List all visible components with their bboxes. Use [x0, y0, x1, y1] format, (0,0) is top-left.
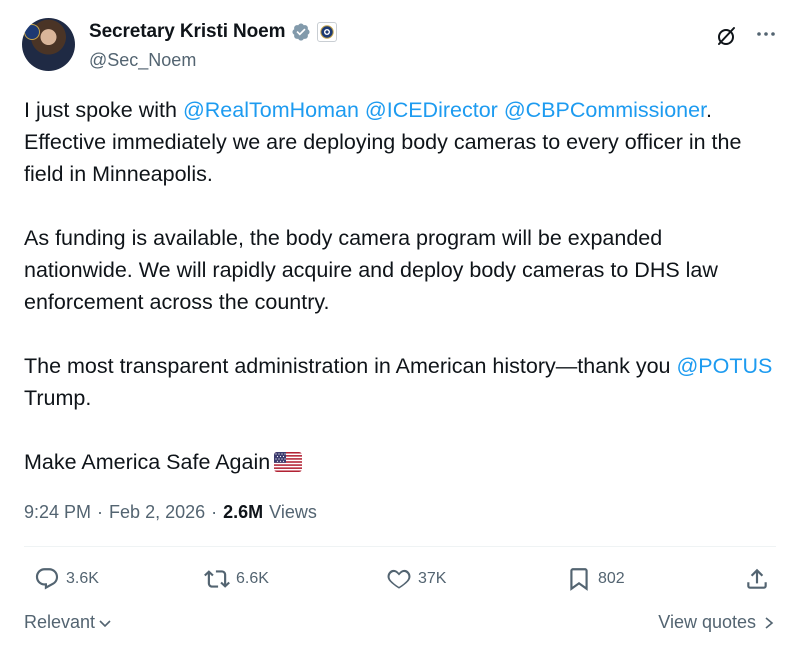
separator-dot: ·: [211, 502, 218, 522]
tweet-date[interactable]: Feb 2, 2026: [109, 502, 205, 523]
display-name[interactable]: Secretary Kristi Noem: [89, 21, 286, 43]
dhs-badge-icon[interactable]: [317, 22, 338, 42]
mention-icedirector[interactable]: @ICEDirector: [365, 98, 498, 122]
mention-potus[interactable]: @POTUS: [676, 354, 772, 378]
tweet-header: Secretary Kristi Noem @Sec_Noem: [22, 14, 778, 74]
tweet-meta: 9:24 PM · Feb 2, 2026 · 2.6M Views: [24, 502, 317, 523]
text-segment: Trump.: [24, 386, 92, 410]
share-button[interactable]: [744, 566, 770, 592]
repost-button[interactable]: 6.6K: [204, 566, 269, 592]
action-bar: 3.6K 6.6K 37K 802: [24, 566, 776, 598]
name-row: Secretary Kristi Noem: [89, 20, 338, 44]
tweet-time[interactable]: 9:24 PM: [24, 502, 91, 523]
tweet-text: I just spoke with @RealTomHoman @ICEDire…: [24, 94, 776, 478]
tweet-paragraph-4: Make America Safe Again: [24, 446, 776, 478]
reply-icon: [35, 568, 59, 590]
bookmark-icon: [570, 568, 588, 591]
view-quotes-link[interactable]: View quotes: [658, 612, 776, 633]
reply-button[interactable]: 3.6K: [34, 566, 99, 592]
more-options-icon[interactable]: [754, 22, 778, 46]
text-segment: The most transparent administration in A…: [24, 354, 677, 378]
reply-footer: Relevant View quotes: [24, 612, 776, 640]
separator-dot: ·: [97, 502, 104, 522]
mention-cbpcommissioner[interactable]: @CBPCommissioner: [504, 98, 706, 122]
heart-icon: [387, 569, 411, 589]
us-flag-icon: [274, 452, 303, 472]
grok-icon[interactable]: [714, 24, 738, 48]
sort-label: Relevant: [24, 612, 96, 632]
share-icon: [747, 568, 767, 589]
text-segment: I just spoke with: [24, 98, 183, 122]
tweet-paragraph-3: The most transparent administration in A…: [24, 350, 776, 414]
dhs-seal-icon: [24, 24, 40, 40]
reply-count: 3.6K: [66, 570, 99, 587]
text-segment: Make America Safe Again: [24, 450, 271, 474]
divider: [24, 546, 776, 547]
sort-dropdown[interactable]: Relevant: [24, 612, 113, 633]
avatar[interactable]: [22, 18, 75, 71]
bookmark-button[interactable]: 802: [566, 566, 625, 592]
like-count: 37K: [418, 570, 447, 587]
repost-icon: [204, 570, 230, 588]
tweet-paragraph-2: As funding is available, the body camera…: [24, 226, 718, 314]
repost-count: 6.6K: [236, 570, 269, 587]
views-label: Views: [269, 502, 317, 522]
tweet-paragraph-1: I just spoke with @RealTomHoman @ICEDire…: [24, 94, 776, 190]
views-count: 2.6M: [223, 502, 264, 522]
chevron-down-icon: [99, 619, 111, 627]
chevron-right-icon: [765, 616, 774, 629]
view-quotes-label: View quotes: [658, 612, 756, 632]
bookmark-count: 802: [598, 570, 625, 587]
user-handle[interactable]: @Sec_Noem: [89, 50, 196, 71]
like-button[interactable]: 37K: [386, 566, 446, 592]
mention-realtomhoman[interactable]: @RealTomHoman: [183, 98, 359, 122]
verified-badge-icon[interactable]: [291, 22, 311, 42]
